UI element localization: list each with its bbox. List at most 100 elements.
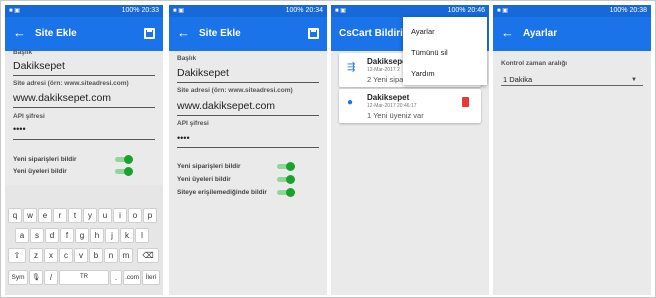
next-key[interactable]: İleri [142,270,160,285]
toggle-unreachable[interactable] [277,188,295,197]
cart-icon: ⇶ [347,62,356,73]
toggle-members[interactable] [277,175,295,184]
dot-key[interactable]: . [110,270,122,285]
adres-underline [177,115,319,116]
toggle-label-orders: Yeni siparişleri bildir [13,156,77,163]
key[interactable]: i [113,208,127,223]
toggle-label-members: Yeni üyeleri bildir [13,168,67,175]
key[interactable]: u [98,208,112,223]
api-underline [13,139,155,140]
page-title: Ayarlar [523,28,558,39]
app-bar: ← Ayarlar [493,17,651,51]
page-title: Site Ekle [199,28,241,39]
key[interactable]: j [105,228,119,243]
toggle-label-orders: Yeni siparişleri bildir [177,163,241,170]
adres-underline [13,107,155,108]
api-password-input[interactable]: •••• [177,133,190,143]
menu-item-yardim[interactable]: Yardım [411,69,435,78]
api-password-input[interactable]: •••• [13,124,26,134]
toggle-orders[interactable] [115,155,133,164]
overflow-menu: Ayarlar Tümünü sil Yardım [403,17,487,85]
toggle-members[interactable] [115,167,133,176]
key[interactable]: q [8,208,22,223]
page-title: Site Ekle [35,28,77,39]
menu-item-tumunu-sil[interactable]: Tümünü sil [411,48,448,57]
screen-bildirimler: ■ ▣ 100% 20:46 CsCart Bildirimle ⇶ Dakiks… [331,5,489,295]
baslik-input[interactable]: Dakiksepet [177,67,229,79]
sym-key[interactable]: Sym [8,270,28,285]
api-label: API şifresi [177,120,209,127]
back-arrow-icon[interactable]: ← [13,25,26,41]
adres-label: Site adresi (örn: www.siteadresi.com) [13,80,129,87]
key[interactable]: y [83,208,97,223]
status-bar: ■ ▣ 100% 20:33 [5,5,163,17]
adres-input[interactable]: www.dakiksepet.com [177,100,275,112]
back-arrow-icon[interactable]: ← [177,25,190,41]
app-bar: ← Site Ekle [169,17,327,51]
screen-ayarlar: ■ ▣ 100% 20:38 ← Ayarlar Kontrol zaman ar… [493,5,651,295]
back-arrow-icon[interactable]: ← [501,25,514,41]
key[interactable]: a [15,228,29,243]
card-date: 12-Mar-2017 2 [367,67,400,73]
dropdown-arrow-icon: ▼ [631,77,637,83]
save-icon[interactable] [308,28,319,39]
key[interactable]: v [74,248,88,263]
key[interactable]: g [75,228,89,243]
key[interactable]: r [53,208,67,223]
baslik-underline [13,75,155,76]
slash-key[interactable]: / [44,270,58,285]
toggle-orders[interactable] [277,162,295,171]
mic-key[interactable]: 🎙 [29,270,43,285]
save-icon[interactable] [144,28,155,39]
screen-site-ekle-keyboard: ■ ▣ 100% 20:33 ← Site Ekle Başlık Dakikse… [5,5,163,295]
key[interactable]: x [44,248,58,263]
adres-label: Site adresi (örn: www.siteadresi.com) [177,87,293,94]
card-text: 1 Yeni üyeniz var [367,111,424,120]
space-key[interactable]: TR [59,270,109,285]
key[interactable]: p [143,208,157,223]
key[interactable]: k [120,228,134,243]
card-date: 12-Mar-2017 20:46:17 [367,103,417,109]
keyboard: q w e r t y u i o p a s d f g h j k l ⇧ … [5,185,163,295]
person-icon: ● [347,97,354,108]
card-title: Dakiksepe [367,57,407,66]
status-bar: ■ ▣ 100% 20:38 [493,5,651,17]
key[interactable]: o [128,208,142,223]
toggle-label-unreachable: Siteye erişilemediğinde bildir [177,189,267,196]
baslik-underline [177,82,319,83]
menu-item-ayarlar[interactable]: Ayarlar [411,27,435,36]
key[interactable]: e [38,208,52,223]
key[interactable]: l [135,228,149,243]
notification-card-members[interactable]: ● Dakiksepet 12-Mar-2017 20:46:17 1 Yeni… [339,89,481,123]
interval-select[interactable]: 1 Dakika ▼ [501,75,643,86]
delete-icon[interactable] [462,97,469,107]
backspace-key[interactable]: ⌫ [137,248,159,263]
card-text: 2 Yeni sipar [367,75,406,84]
key[interactable]: n [104,248,118,263]
interval-label: Kontrol zaman aralığı [501,60,568,67]
app-bar: ← Site Ekle [5,17,163,51]
key[interactable]: m [119,248,133,263]
baslik-label: Başlık [177,55,197,62]
api-label: API şifresi [13,113,45,120]
key[interactable]: c [59,248,73,263]
screen-site-ekle: ■ ▣ 100% 20:34 ← Site Ekle Başlık Dakikse… [169,5,327,295]
key[interactable]: d [45,228,59,243]
baslik-input[interactable]: Dakiksepet [13,60,65,72]
baslik-label: Başlık [13,49,33,56]
com-key[interactable]: .com [123,270,141,285]
interval-value: 1 Dakika [503,75,533,84]
toggle-label-members: Yeni üyeleri bildir [177,176,231,183]
key[interactable]: w [23,208,37,223]
status-bar: ■ ▣ 100% 20:46 [331,5,489,17]
key[interactable]: b [89,248,103,263]
key[interactable]: z [29,248,43,263]
key[interactable]: h [90,228,104,243]
api-underline [177,147,319,148]
key[interactable]: s [30,228,44,243]
shift-key[interactable]: ⇧ [8,248,26,263]
status-bar: ■ ▣ 100% 20:34 [169,5,327,17]
key[interactable]: t [68,208,82,223]
adres-input[interactable]: www.dakiksepet.com [13,92,111,104]
key[interactable]: f [60,228,74,243]
